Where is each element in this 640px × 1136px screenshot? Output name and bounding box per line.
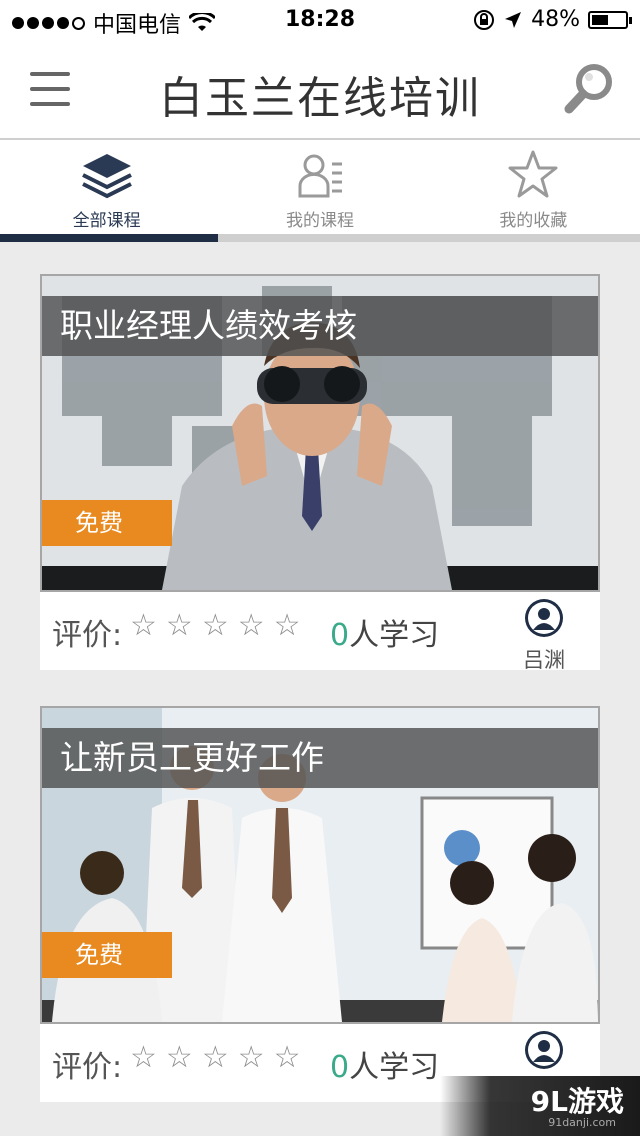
star-outline-icon (508, 150, 558, 198)
learner-count-value: 0 (330, 1050, 350, 1085)
star-empty-icon: ☆ (273, 608, 301, 643)
teacher-name: 吕渊 (523, 648, 565, 672)
orientation-lock-icon (474, 9, 495, 30)
page-title: 白玉兰在线培训 (159, 73, 481, 124)
search-icon[interactable] (562, 62, 616, 116)
battery-percent: 48% (531, 7, 580, 32)
learner-count-value: 0 (330, 618, 350, 653)
star-empty-icon: ☆ (165, 608, 193, 643)
star-rating: ☆ ☆ ☆ ☆ ☆ (130, 609, 301, 643)
watermark-logo: 9L游戏 (530, 1085, 624, 1118)
learner-count-suffix: 人学习 (349, 618, 440, 653)
star-empty-icon: ☆ (237, 608, 265, 643)
tab-bar: 全部课程 我的课程 我的收藏 (0, 140, 640, 242)
rating-label: 评价: (52, 1050, 123, 1085)
tab-all-courses[interactable]: 全部课程 (0, 140, 213, 242)
course-card[interactable]: 职业经理人绩效考核 免费 评价: ☆ ☆ ☆ ☆ ☆ 0人学习 吕渊 (40, 274, 600, 672)
teacher[interactable]: 吕渊 (514, 598, 574, 674)
star-empty-icon: ☆ (130, 1040, 157, 1075)
layers-icon (81, 154, 132, 199)
free-badge: 免费 (42, 500, 172, 546)
course-title: 让新员工更好工作 (42, 728, 598, 788)
star-empty-icon: ☆ (201, 1040, 229, 1075)
tab-label: 全部课程 (72, 211, 141, 231)
star-rating: ☆ ☆ ☆ ☆ ☆ (130, 1041, 301, 1075)
tab-active-indicator (0, 234, 218, 242)
battery-icon (588, 10, 632, 29)
star-empty-icon: ☆ (130, 608, 157, 643)
tab-my-courses[interactable]: 我的课程 (213, 140, 426, 242)
course-card[interactable]: 让新员工更好工作 免费 评价: ☆ ☆ ☆ ☆ ☆ 0人学习 (40, 706, 600, 1102)
avatar (525, 599, 563, 637)
course-thumbnail: 让新员工更好工作 免费 (40, 706, 600, 1024)
course-meta: 评价: ☆ ☆ ☆ ☆ ☆ 0人学习 吕渊 (40, 592, 600, 672)
free-badge: 免费 (42, 932, 172, 978)
star-empty-icon: ☆ (237, 1040, 265, 1075)
status-bar: 中国电信 18:28 48% (0, 0, 640, 40)
app-header: 白玉兰在线培训 (0, 40, 640, 140)
learner-count-suffix: 人学习 (349, 1050, 440, 1085)
learner-count: 0人学习 (330, 1042, 439, 1086)
tab-my-favorites[interactable]: 我的收藏 (427, 140, 640, 242)
star-empty-icon: ☆ (201, 608, 229, 643)
tab-label: 我的课程 (285, 211, 354, 231)
learner-count: 0人学习 (330, 610, 439, 654)
location-arrow-icon (505, 11, 522, 28)
teacher[interactable] (514, 1030, 574, 1076)
status-right: 48% (473, 7, 632, 32)
watermark-url: 91danji.com (548, 1116, 616, 1129)
course-title: 职业经理人绩效考核 (42, 296, 598, 356)
avatar (525, 1031, 563, 1069)
star-empty-icon: ☆ (165, 1040, 193, 1075)
rating-label: 评价: (52, 618, 123, 653)
course-thumbnail: 职业经理人绩效考核 免费 (40, 274, 600, 592)
star-empty-icon: ☆ (273, 1040, 301, 1075)
user-list-icon (298, 154, 342, 198)
tab-label: 我的收藏 (499, 211, 568, 231)
site-watermark: 9L游戏 91danji.com (440, 1076, 640, 1136)
